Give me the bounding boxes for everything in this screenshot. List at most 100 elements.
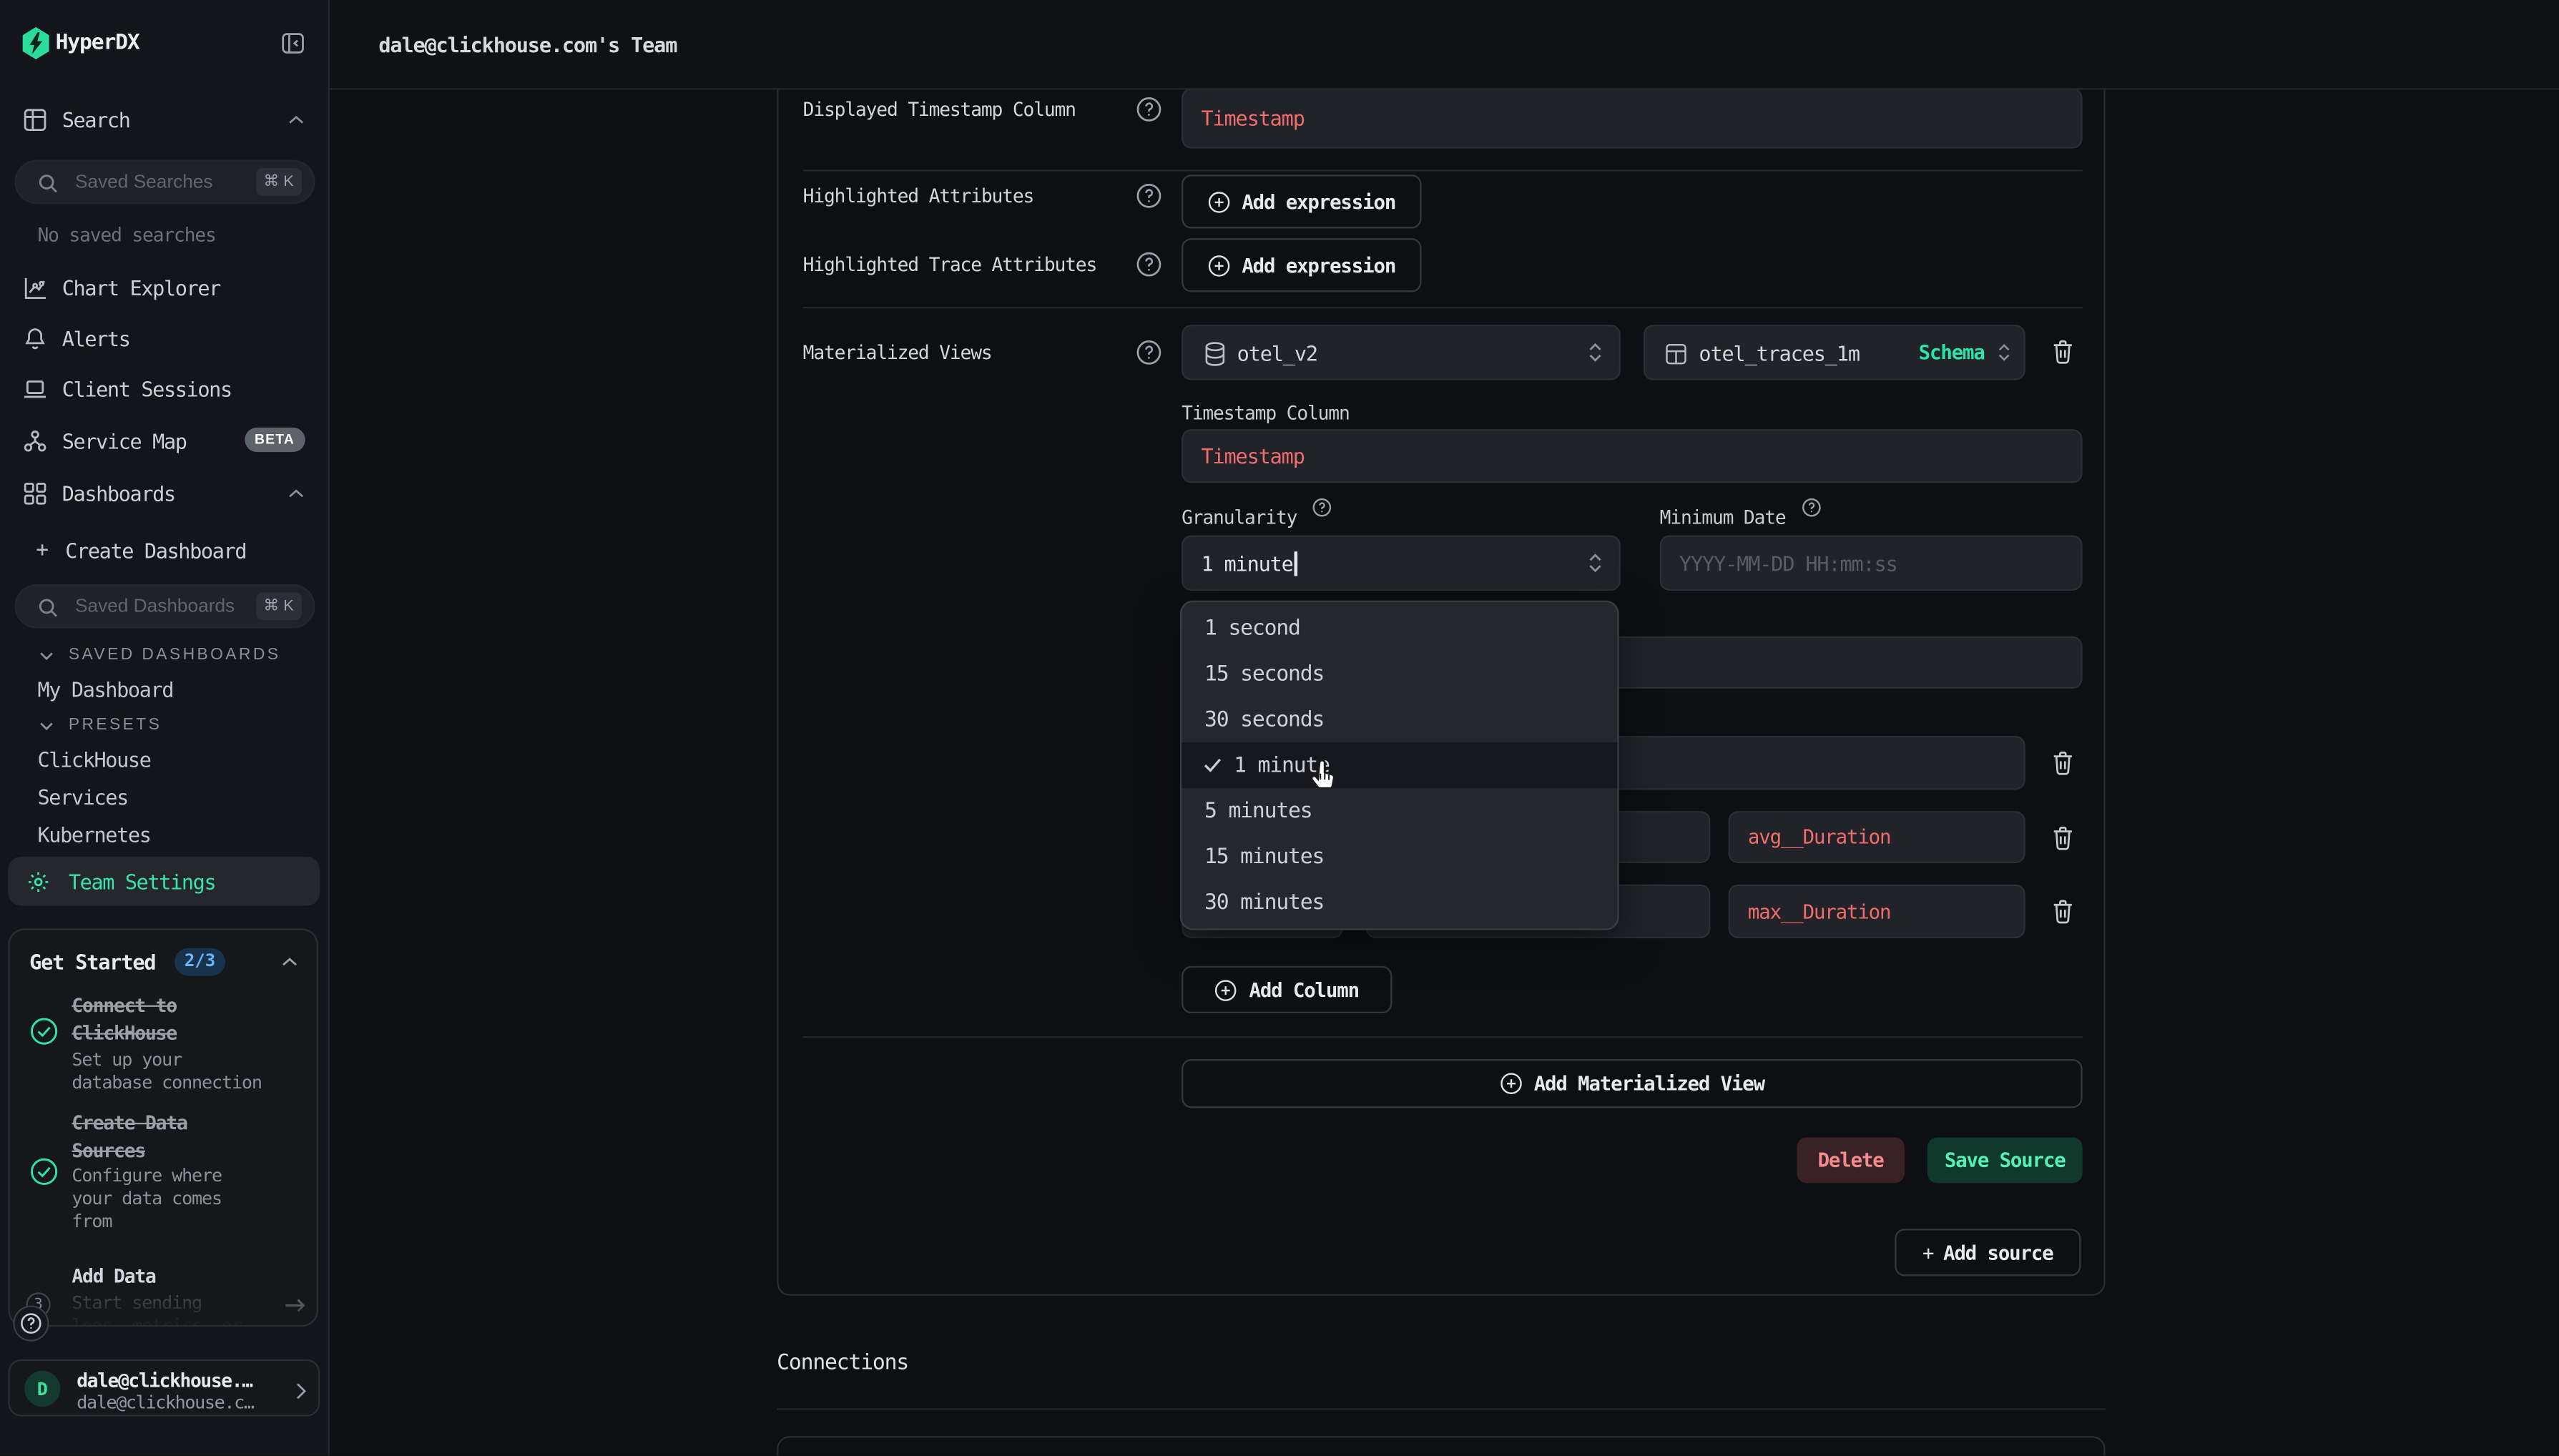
schema-link[interactable]: Schema bbox=[1919, 341, 1985, 364]
sidebar: HyperDX Search Saved Searches ⌘ K No sav… bbox=[0, 0, 330, 1455]
chevron-up-icon bbox=[288, 488, 305, 499]
divider bbox=[803, 169, 2083, 171]
sidebar-item-alerts[interactable]: Alerts bbox=[0, 313, 330, 362]
input-value: avg__Duration bbox=[1748, 826, 1890, 849]
minimum-date-input[interactable]: YYYY-MM-DD HH:mm:ss bbox=[1660, 535, 2083, 591]
shortcut-badge: ⌘ K bbox=[255, 592, 302, 620]
sidebar-item-kubernetes[interactable]: Kubernetes bbox=[37, 822, 150, 847]
no-saved-searches-text: No saved searches bbox=[37, 224, 215, 247]
sidebar-item-my-dashboard[interactable]: My Dashboard bbox=[37, 677, 173, 702]
help-icon[interactable] bbox=[1136, 183, 1162, 210]
chevron-down-icon bbox=[39, 650, 54, 660]
step-title[interactable]: ClickHouse bbox=[72, 1021, 177, 1044]
step-desc: from bbox=[72, 1211, 112, 1232]
gear-icon bbox=[26, 869, 51, 893]
sidebar-item-label: Client Sessions bbox=[62, 376, 232, 400]
help-icon[interactable] bbox=[1136, 251, 1162, 277]
field-label: Granularity bbox=[1182, 506, 1297, 528]
column-name-input[interactable]: max__Duration bbox=[1729, 885, 2025, 938]
input-value: max__Duration bbox=[1748, 900, 1890, 923]
user-profile-card[interactable]: D dale@clickhouse.… dale@clickhouse.c… bbox=[8, 1359, 320, 1417]
sidebar-item-client-sessions[interactable]: Client Sessions bbox=[0, 364, 330, 413]
table-select[interactable]: otel_traces_1m Schema bbox=[1644, 325, 2025, 380]
help-icon[interactable] bbox=[1136, 97, 1162, 123]
dropdown-option[interactable]: 15 minutes bbox=[1182, 834, 1617, 880]
delete-column-trash-icon[interactable] bbox=[2050, 749, 2076, 777]
delete-view-trash-icon[interactable] bbox=[2050, 338, 2076, 365]
sidebar-item-team-settings[interactable]: Team Settings bbox=[8, 857, 320, 905]
button-label: Add Column bbox=[1249, 978, 1358, 1001]
section-presets[interactable]: PRESETS bbox=[39, 717, 162, 734]
circle-plus-icon bbox=[1215, 978, 1238, 1001]
step-title[interactable]: Create Data bbox=[72, 1111, 187, 1134]
sidebar-item-search[interactable]: Search bbox=[0, 94, 330, 143]
dropdown-option-selected[interactable]: 1 minute bbox=[1182, 742, 1617, 788]
select-chevrons-icon bbox=[1588, 341, 1603, 364]
user-name: dale@clickhouse.… bbox=[77, 1369, 252, 1392]
sidebar-item-services[interactable]: Services bbox=[37, 785, 127, 810]
field-label: Timestamp Column bbox=[1182, 401, 1350, 424]
save-source-button[interactable]: Save Source bbox=[1927, 1137, 2083, 1183]
timestamp-column-input[interactable]: Timestamp bbox=[1182, 429, 2083, 483]
dropdown-option[interactable]: 30 seconds bbox=[1182, 697, 1617, 742]
sidebar-item-clickhouse[interactable]: ClickHouse bbox=[37, 747, 150, 772]
divider bbox=[803, 1036, 2083, 1038]
circle-plus-icon bbox=[1207, 190, 1230, 213]
user-email: dale@clickhouse.c… bbox=[77, 1392, 253, 1413]
step-title[interactable]: Connect to bbox=[72, 994, 177, 1017]
section-saved-dashboards[interactable]: SAVED DASHBOARDS bbox=[39, 646, 281, 664]
input-value: Timestamp bbox=[1201, 106, 1304, 130]
field-label: Displayed Timestamp Column bbox=[803, 98, 1076, 121]
sidebar-item-label: Dashboards bbox=[62, 481, 175, 505]
dropdown-option[interactable]: 1 second bbox=[1182, 606, 1617, 651]
field-label: Highlighted Trace Attributes bbox=[803, 253, 1096, 276]
sidebar-item-label: Service Map bbox=[62, 428, 187, 453]
step-desc: database connection bbox=[72, 1072, 261, 1093]
chevron-up-icon[interactable] bbox=[280, 956, 298, 968]
database-icon bbox=[1203, 341, 1227, 368]
column-name-input[interactable]: avg__Duration bbox=[1729, 811, 2025, 863]
connections-title: Connections bbox=[777, 1351, 908, 1375]
chevron-down-icon bbox=[39, 720, 54, 730]
arrow-right-icon bbox=[284, 1296, 307, 1315]
add-expression-button[interactable]: Add expression bbox=[1182, 238, 1421, 292]
step-desc: logs, metrics, or bbox=[72, 1315, 242, 1327]
delete-column-trash-icon[interactable] bbox=[2050, 897, 2076, 925]
help-button[interactable] bbox=[13, 1306, 49, 1342]
granularity-select[interactable]: 1 minute bbox=[1182, 535, 1621, 591]
button-label: Add expression bbox=[1242, 254, 1395, 277]
select-chevrons-icon bbox=[1998, 342, 2010, 363]
dropdown-option[interactable]: 30 minutes bbox=[1182, 880, 1617, 925]
delete-column-trash-icon[interactable] bbox=[2050, 824, 2076, 852]
dropdown-option[interactable]: 15 seconds bbox=[1182, 651, 1617, 697]
check-circle-icon bbox=[29, 1157, 59, 1186]
add-expression-button[interactable]: Add expression bbox=[1182, 174, 1421, 228]
step-title[interactable]: Add Data bbox=[72, 1264, 155, 1287]
page-title: dale@clickhouse.com's Team bbox=[378, 33, 677, 57]
sidebar-item-label: Alerts bbox=[62, 325, 130, 350]
select-value: 1 minute bbox=[1201, 551, 1292, 575]
sidebar-item-dashboards[interactable]: Dashboards bbox=[0, 468, 330, 517]
input-value: Timestamp bbox=[1201, 444, 1304, 468]
database-select[interactable]: otel_v2 bbox=[1182, 325, 1621, 380]
create-dashboard-button[interactable]: + Create Dashboard bbox=[0, 526, 330, 574]
main-content: Displayed Timestamp Column Timestamp Hig… bbox=[330, 90, 2559, 1456]
collapse-sidebar-icon[interactable] bbox=[280, 31, 305, 55]
step-desc: Start sending bbox=[72, 1292, 202, 1314]
saved-dashboards-input[interactable]: Saved Dashboards ⌘ K bbox=[15, 584, 315, 629]
sidebar-item-chart-explorer[interactable]: Chart Explorer bbox=[0, 262, 330, 311]
displayed-timestamp-input[interactable]: Timestamp bbox=[1182, 90, 2083, 149]
delete-button[interactable]: Delete bbox=[1797, 1137, 1905, 1183]
saved-searches-input[interactable]: Saved Searches ⌘ K bbox=[15, 160, 315, 205]
help-icon[interactable] bbox=[1136, 340, 1162, 366]
help-icon[interactable] bbox=[1312, 498, 1332, 517]
add-source-button[interactable]: + Add source bbox=[1895, 1229, 2081, 1276]
add-materialized-view-button[interactable]: Add Materialized View bbox=[1182, 1059, 2083, 1108]
sidebar-item-service-map[interactable]: Service Map BETA bbox=[0, 416, 330, 465]
divider bbox=[803, 307, 2083, 308]
help-icon[interactable] bbox=[1802, 498, 1821, 517]
dropdown-option[interactable]: 5 minutes bbox=[1182, 788, 1617, 834]
add-column-button[interactable]: Add Column bbox=[1182, 966, 1392, 1013]
step-desc: Set up your bbox=[72, 1049, 182, 1071]
step-title[interactable]: Sources bbox=[72, 1139, 145, 1162]
